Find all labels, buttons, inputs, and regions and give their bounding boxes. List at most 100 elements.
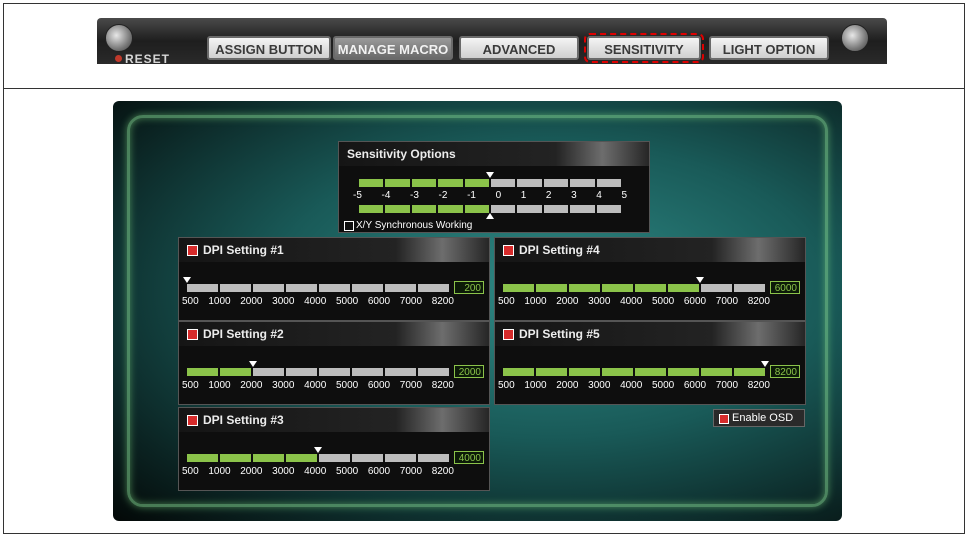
slider-segment[interactable] [536,284,567,292]
dpi-enable-checkbox[interactable] [187,245,198,256]
dpi-slider[interactable] [187,284,449,292]
slider-segment[interactable] [517,205,542,213]
slider-segment[interactable] [253,368,284,376]
dpi-enable-checkbox[interactable] [503,245,514,256]
tab-assign-button[interactable]: ASSIGN BUTTON [207,36,331,60]
slider-segment[interactable] [491,179,516,187]
slider-segment[interactable] [464,205,490,213]
slider-segment[interactable] [411,179,437,187]
slider-segment[interactable] [536,368,567,376]
slider-segment[interactable] [319,368,350,376]
slider-segment[interactable] [385,205,410,213]
slider-segment[interactable] [385,284,416,292]
slider-segment[interactable] [668,284,699,292]
slider-segment[interactable] [385,454,416,462]
slider-segment[interactable] [701,284,732,292]
tab-light-option[interactable]: LIGHT OPTION [709,36,829,60]
slider-segment[interactable] [503,368,534,376]
xy-sync-checkbox[interactable] [344,221,354,231]
dpi-value-field[interactable]: 200 [454,281,484,294]
slider-segment[interactable] [418,368,449,376]
dpi-slider-pointer[interactable] [248,361,257,367]
slider-segment[interactable] [220,284,251,292]
slider-segment[interactable] [253,284,284,292]
slider-segment[interactable] [570,205,595,213]
slider-segment[interactable] [569,284,600,292]
dpi-value-field[interactable]: 8200 [770,365,800,378]
slider-segment[interactable] [491,205,516,213]
dpi-enable-checkbox[interactable] [187,415,198,426]
slider-segment[interactable] [635,368,666,376]
dpi-scale-labels: 500 1000 2000 3000 4000 5000 6000 7000 8200 [182,380,454,391]
slider-segment[interactable] [187,284,218,292]
slider-segment[interactable] [734,368,765,376]
dpi-slider[interactable] [187,368,449,376]
dpi-value-field[interactable]: 2000 [454,365,484,378]
dpi-slider-pointer[interactable] [695,277,704,283]
dpi-slider[interactable] [503,284,765,292]
section-divider [3,88,965,89]
dpi-slider[interactable] [503,368,765,376]
slider-segment[interactable] [385,368,416,376]
slider-segment[interactable] [385,179,410,187]
dpi-slider-pointer[interactable] [761,361,769,367]
tab-advanced[interactable]: ADVANCED [459,36,579,60]
slider-segment[interactable] [517,179,542,187]
slider-segment[interactable] [352,454,383,462]
dpi-tick-label: 4000 [304,296,327,307]
dpi-enable-checkbox[interactable] [503,329,514,340]
slider-segment[interactable] [359,205,384,213]
dpi-value-field[interactable]: 4000 [454,451,484,464]
dpi-tick-label: 2000 [556,296,579,307]
slider-segment[interactable] [286,284,317,292]
dpi-value-field[interactable]: 6000 [770,281,800,294]
slider-segment[interactable] [635,284,666,292]
dpi-slider[interactable] [187,454,449,462]
reset-button[interactable]: RESET [125,52,170,64]
slider-segment[interactable] [220,454,251,462]
slider-segment[interactable] [570,179,595,187]
y-sensitivity-pointer[interactable] [486,213,494,219]
x-sensitivity-slider[interactable] [359,179,622,187]
dpi-title-text: DPI Setting #5 [519,327,600,341]
dpi-slider-pointer[interactable] [314,447,322,453]
slider-segment[interactable] [352,284,383,292]
osd-checkbox-icon[interactable] [719,414,729,424]
slider-segment[interactable] [187,368,218,376]
slider-segment[interactable] [418,454,449,462]
slider-segment[interactable] [596,179,622,187]
slider-segment[interactable] [596,205,622,213]
slider-segment[interactable] [319,454,350,462]
slider-segment[interactable] [411,205,437,213]
slider-segment[interactable] [734,284,765,292]
slider-segment[interactable] [543,179,569,187]
slider-segment[interactable] [602,368,633,376]
dpi-enable-checkbox[interactable] [187,329,198,340]
slider-segment[interactable] [503,284,534,292]
slider-segment[interactable] [464,179,490,187]
tab-sensitivity[interactable]: SENSITIVITY [584,33,704,63]
slider-segment[interactable] [569,368,600,376]
slider-segment[interactable] [359,179,384,187]
x-sensitivity-pointer[interactable] [486,172,494,178]
slider-segment[interactable] [352,368,383,376]
slider-segment[interactable] [668,368,699,376]
slider-segment[interactable] [220,368,251,376]
slider-segment[interactable] [319,284,350,292]
dpi-setting-title: DPI Setting #1 [179,238,489,262]
y-sensitivity-slider[interactable] [359,205,622,213]
slider-segment[interactable] [253,454,284,462]
enable-osd-toggle[interactable]: Enable OSD [713,409,805,427]
slider-segment[interactable] [286,368,317,376]
slider-segment[interactable] [602,284,633,292]
slider-segment[interactable] [438,179,463,187]
dpi-tick-label: 1000 [524,296,547,307]
slider-segment[interactable] [438,205,463,213]
slider-segment[interactable] [543,205,569,213]
slider-segment[interactable] [187,454,218,462]
slider-segment[interactable] [418,284,449,292]
tab-manage-macro[interactable]: MANAGE MACRO [333,36,453,60]
slider-segment[interactable] [701,368,732,376]
dpi-slider-pointer[interactable] [183,277,191,283]
slider-segment[interactable] [286,454,317,462]
